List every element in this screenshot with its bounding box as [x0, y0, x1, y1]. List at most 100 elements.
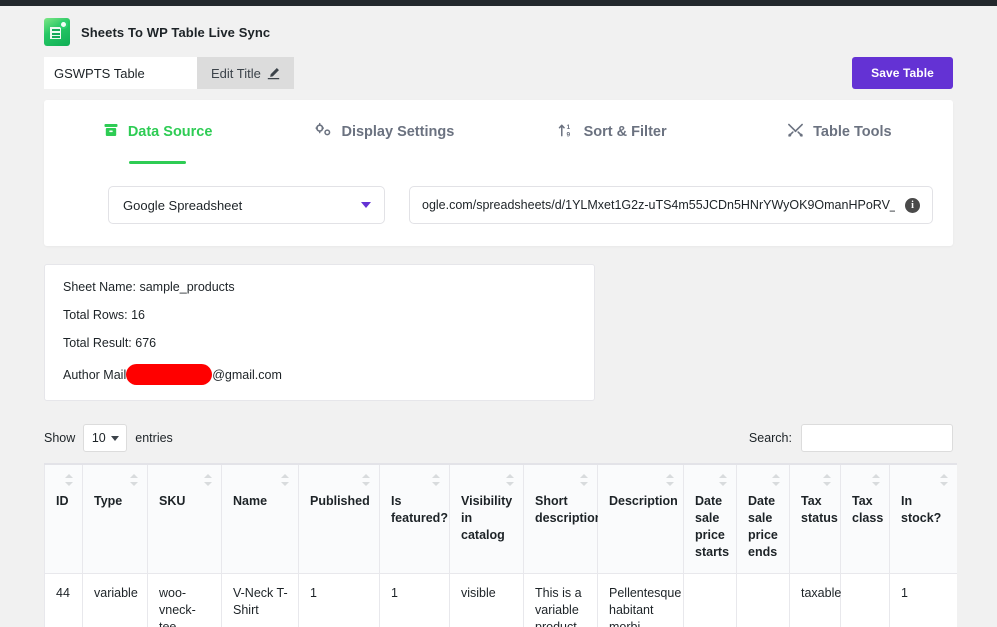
sliders-gear-icon [315, 122, 332, 142]
entries-length-value: 10 [91, 431, 106, 445]
source-row: Google Spreadsheet i [44, 174, 953, 224]
table-header-cell[interactable]: Date sale price ends [736, 463, 790, 574]
table-header-cell[interactable]: Description [597, 463, 684, 574]
sort-toggle-icon[interactable] [940, 474, 949, 486]
total-result-value: 676 [135, 336, 157, 350]
entries-label: entries [135, 431, 173, 445]
table-header-cell[interactable]: Published [298, 463, 380, 574]
search-label: Search: [748, 431, 792, 445]
header-label: Name [233, 494, 268, 508]
table-cell: visible [449, 573, 524, 627]
sort-numeric-icon: 19 [558, 122, 575, 142]
entries-length-select[interactable]: 10 [83, 424, 128, 452]
database-icon [103, 122, 119, 142]
redaction-bar [126, 364, 213, 385]
sort-toggle-icon[interactable] [362, 474, 371, 486]
table-title-row: Edit Title Save Table [44, 57, 953, 89]
table-header-cell[interactable]: Date sale price starts [683, 463, 737, 574]
table-cell: 1 [379, 573, 450, 627]
table-header-cell[interactable]: SKU [147, 463, 222, 574]
header-label: Visibility in catalog [461, 494, 513, 542]
total-result-label: Total Result: [63, 336, 132, 350]
tab-underline-placeholder [811, 161, 868, 164]
tools-wrench-screwdriver-icon [787, 122, 804, 142]
table-header-cell[interactable]: In stock? [889, 463, 957, 574]
spreadsheet-url-input[interactable] [420, 197, 897, 213]
products-table: ID Type SKU Name Published Is featured? Visibi… [44, 463, 957, 627]
data-source-card: Data Source Display Settings 19 Sort & F… [44, 100, 953, 246]
table-header-cell[interactable]: ID [44, 463, 83, 574]
table-header-cell[interactable]: Is featured? [379, 463, 450, 574]
sort-toggle-icon[interactable] [506, 474, 515, 486]
header-label: Tax status [801, 494, 838, 525]
header-label: SKU [159, 494, 186, 508]
table-header-cell[interactable]: Tax status [789, 463, 841, 574]
spreadsheet-url-field[interactable]: i [409, 186, 933, 224]
sort-toggle-icon[interactable] [130, 474, 139, 486]
table-cell: V-Neck T-Shirt [221, 573, 299, 627]
info-circle-icon[interactable]: i [905, 197, 920, 213]
header-label: Type [94, 494, 123, 508]
header-label: Short description [535, 494, 603, 525]
plugin-title: Sheets To WP Table Live Sync [81, 24, 271, 40]
table-body: 44 variable woo-vneck-tee V-Neck T-Shirt 1 1 v… [44, 573, 957, 627]
table-scroll-container[interactable]: ID Type SKU Name Published Is featured? Visibi… [44, 463, 957, 627]
table-cell: 1 [889, 573, 957, 627]
length-control: Show 10 entries [44, 424, 173, 452]
plugin-header: Sheets To WP Table Live Sync [44, 6, 953, 46]
sort-toggle-icon[interactable] [666, 474, 675, 486]
sheet-info-panel: Sheet Name: sample_products Total Rows: … [44, 264, 595, 401]
header-label: ID [56, 494, 69, 508]
tab-underline-placeholder [356, 161, 413, 164]
table-header-cell[interactable]: Name [221, 463, 299, 574]
sort-toggle-icon[interactable] [772, 474, 781, 486]
tab-sort-filter[interactable]: 19 Sort & Filter [499, 122, 726, 174]
table-header-cell[interactable]: Short description [523, 463, 602, 574]
sort-toggle-icon[interactable] [823, 474, 832, 486]
sort-toggle-icon[interactable] [580, 474, 589, 486]
chevron-down-icon [110, 435, 119, 441]
table-cell: 1 [298, 573, 380, 627]
show-label: Show [44, 431, 76, 445]
edit-title-button[interactable]: Edit Title [197, 57, 294, 89]
sheet-name-line: Sheet Name: sample_products [63, 280, 576, 294]
tab-table-tools[interactable]: Table Tools [726, 122, 953, 174]
svg-text:9: 9 [566, 132, 570, 138]
edit-title-label: Edit Title [211, 65, 261, 81]
svg-text:1: 1 [566, 124, 570, 131]
google-sheets-sync-icon [44, 18, 70, 46]
source-type-select[interactable]: Google Spreadsheet [108, 186, 385, 224]
tab-label: Sort & Filter [583, 124, 667, 140]
total-result-line: Total Result: 676 [63, 336, 576, 350]
sort-toggle-icon[interactable] [719, 474, 728, 486]
sort-toggle-icon[interactable] [204, 474, 213, 486]
table-cell: 44 [44, 573, 83, 627]
table-cell: This is a variable product. [523, 573, 598, 627]
table-header-cell[interactable]: Type [82, 463, 148, 574]
header-label: Tax class [852, 494, 884, 525]
save-table-button[interactable]: Save Table [852, 57, 953, 89]
datatable-controls: Show 10 entries Search: [44, 423, 953, 453]
tab-data-source[interactable]: Data Source [44, 122, 271, 174]
table-head: ID Type SKU Name Published Is featured? Visibi… [44, 463, 957, 574]
sort-toggle-icon[interactable] [281, 474, 290, 486]
table-cell: variable [82, 573, 148, 627]
table-row[interactable]: 44 variable woo-vneck-tee V-Neck T-Shirt 1 1 v… [44, 573, 957, 627]
sort-toggle-icon[interactable] [65, 474, 74, 486]
tab-label: Data Source [127, 124, 213, 140]
sheet-name-value: sample_products [139, 280, 235, 294]
author-mail-line: Author Mail @gmail.com [63, 364, 576, 385]
table-name-input[interactable] [44, 57, 197, 89]
tab-bar: Data Source Display Settings 19 Sort & F… [44, 100, 953, 174]
search-control: Search: [749, 424, 953, 452]
table-header-cell[interactable]: Visibility in catalog [449, 463, 524, 574]
table-header-row: ID Type SKU Name Published Is featured? Visibi… [44, 463, 957, 574]
header-label: Is featured? [391, 494, 448, 525]
sort-toggle-icon[interactable] [432, 474, 441, 486]
sort-toggle-icon[interactable] [872, 474, 881, 486]
table-header-cell[interactable]: Tax class [840, 463, 890, 574]
tab-display-settings[interactable]: Display Settings [271, 122, 498, 174]
total-rows-label: Total Rows: [63, 308, 128, 322]
search-input[interactable] [801, 424, 953, 452]
page-wrapper: Sheets To WP Table Live Sync Edit Title … [0, 6, 997, 627]
